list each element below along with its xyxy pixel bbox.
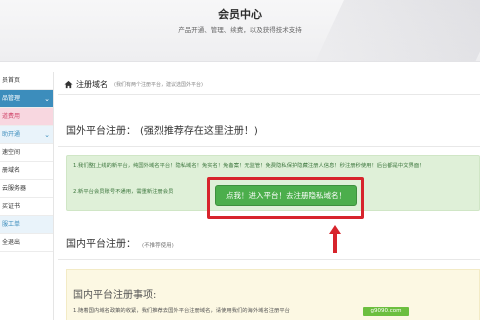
notes-heading: 国内平台注册事项:: [73, 290, 157, 301]
sidebar-item-self-activation[interactable]: 助开通 ⌄: [0, 126, 53, 144]
sidebar-item-label: 买证书: [2, 203, 21, 210]
sidebar-item-domain[interactable]: 册域名: [0, 162, 53, 180]
sidebar-item-label: 云服务器: [2, 185, 27, 192]
enter-platform-button[interactable]: 点我！进入平台！去注册隐私域名！: [215, 185, 357, 206]
sidebar-item-logout[interactable]: 全退出: [0, 234, 53, 252]
notice-line-1: 1.我们整[上线的新平台，纯国外域名平台！隐私域名！免实名！免备案！无监管！免费…: [73, 163, 425, 169]
sidebar-item-label: 道费用: [2, 113, 21, 120]
sidebar-item-label: 全退出: [2, 239, 21, 246]
notes-line-1: 1.随着国内域名政策的收紧，我们推荐去国外平台注册域名，请使用我们的海外域名注册…: [73, 308, 290, 314]
sidebar-item-label: 品管理: [2, 95, 21, 102]
page-subtitle: 产品开通、管理、续费，以及获得技术支持: [178, 26, 302, 34]
breadcrumb: 注册域名 (我们有两个注册平台，建议选国外平台): [64, 76, 203, 92]
intl-platform-heading: 国外平台注册： (强烈推荐存在这里注册！): [66, 122, 258, 137]
divider: [58, 259, 480, 260]
chevron-down-icon: ⌄: [44, 95, 50, 103]
sidebar: 员首页 品管理 ⌄ 道费用 助开通 ⌄ 速空间 册域名 云服务器 买证书 服工单 全…: [0, 72, 54, 320]
domestic-platform-heading: 国内平台注册： (不推荐使用): [66, 235, 174, 250]
page-title: 会员中心: [218, 8, 262, 21]
domestic-heading-text: 国内平台注册：: [66, 239, 136, 250]
page-header: 会员中心 产品开通、管理、续费，以及获得技术支持: [0, 0, 480, 62]
sidebar-item-label: 员首页: [2, 77, 21, 84]
sidebar-item-label: 册域名: [2, 167, 21, 174]
sidebar-item-label: 速空间: [2, 149, 21, 156]
intl-recommend-text: (强烈推荐存在这里注册！): [140, 126, 258, 137]
domestic-notes-box: 国内平台注册事项: 1.随着国内域名政策的收紧，我们推荐去国外平台注册域名，请使…: [66, 269, 480, 320]
intl-heading-text: 国外平台注册：: [66, 126, 136, 137]
sidebar-item-label: 服工单: [2, 221, 21, 228]
sidebar-item-fees[interactable]: 道费用: [0, 108, 53, 126]
chevron-down-icon: ⌄: [44, 131, 50, 139]
sidebar-item-space[interactable]: 速空间: [0, 144, 53, 162]
sidebar-item-home[interactable]: 员首页: [0, 72, 53, 90]
home-icon: [64, 80, 73, 88]
sidebar-item-label: 助开通: [2, 131, 21, 138]
divider: [58, 146, 480, 147]
sidebar-item-certificate[interactable]: 买证书: [0, 198, 53, 216]
sidebar-item-ticket[interactable]: 服工单: [0, 216, 53, 234]
watermark-badge: g9090.com: [363, 307, 409, 316]
notice-line-2: 2.新平台会员账号不通用，需重新注册会员: [73, 189, 174, 195]
sidebar-item-cloud-server[interactable]: 云服务器: [0, 180, 53, 198]
divider: [58, 94, 480, 95]
breadcrumb-title: 注册域名: [76, 79, 108, 89]
domestic-note-text: (不推荐使用): [142, 243, 174, 249]
sidebar-item-product-management[interactable]: 品管理 ⌄: [0, 90, 53, 108]
arrow-up-icon: [329, 225, 341, 253]
breadcrumb-note: (我们有两个注册平台，建议选国外平台): [114, 81, 203, 88]
main-content: 注册域名 (我们有两个注册平台，建议选国外平台) 国外平台注册： (强烈推荐存在这…: [58, 72, 480, 320]
